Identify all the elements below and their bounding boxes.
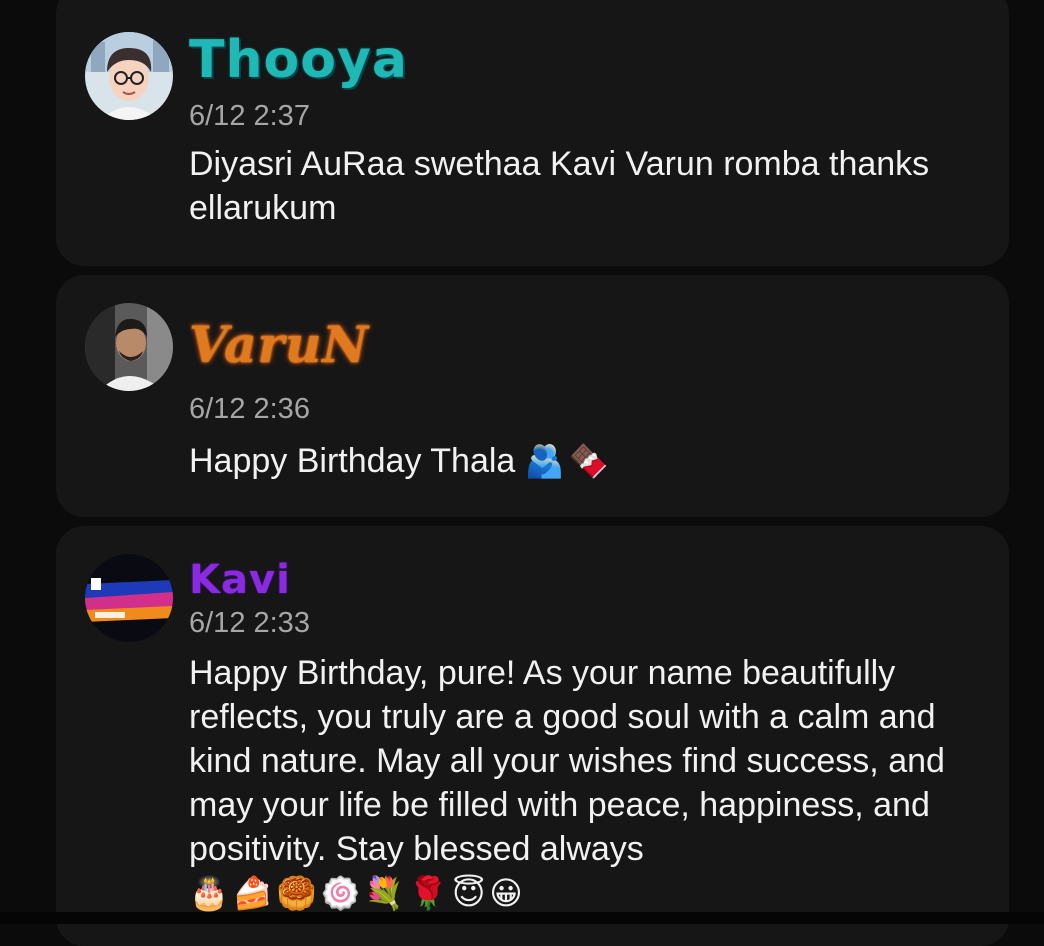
message-text: Diyasri AuRaa swethaa Kavi Varun romba t… <box>189 145 930 227</box>
birthday-cake-emoji-icon: 🎂 <box>189 874 229 912</box>
grinning-face-emoji-icon: 😀 <box>489 874 523 912</box>
comment-feed: Thooya 6/12 2:37 Diyasri AuRaa swethaa K… <box>0 0 1044 946</box>
author-name[interactable]: VaruN <box>189 315 369 375</box>
comment-card[interactable]: Thooya 6/12 2:37 Diyasri AuRaa swethaa K… <box>56 0 1009 266</box>
message-text: Happy Birthday, pure! As your name beaut… <box>189 651 979 915</box>
fish-cake-emoji-icon: 🍥 <box>320 874 361 912</box>
comment-card[interactable]: VaruN 6/12 2:36 Happy Birthday Thala 🫂 🍫 <box>56 275 1009 517</box>
timestamp: 6/12 2:33 <box>189 607 310 639</box>
user-avatar[interactable] <box>85 32 173 120</box>
halo-smile-emoji-icon: 😇 <box>452 874 486 912</box>
people-hugging-emoji-icon: 🫂 <box>524 442 565 480</box>
rose-emoji-icon: 🌹 <box>408 874 449 912</box>
timestamp: 6/12 2:37 <box>189 100 310 132</box>
bouquet-emoji-icon: 💐 <box>364 874 405 912</box>
man-portrait-avatar-icon <box>85 303 173 391</box>
user-avatar[interactable] <box>85 554 173 642</box>
celebration-banner-avatar-icon <box>85 554 173 642</box>
user-avatar[interactable] <box>85 303 173 391</box>
author-name[interactable]: Thooya <box>189 30 408 90</box>
message-text: Happy Birthday Thala 🫂 🍫 <box>189 439 979 483</box>
shortcake-emoji-icon: 🍰 <box>232 874 273 912</box>
comment-card[interactable]: Kavi 6/12 2:33 Happy Birthday, pure! As … <box>56 526 1009 946</box>
message-body: Happy Birthday Thala <box>189 442 516 480</box>
emoji-row: 🎂 🍰 🥮 🍥 💐 🌹 😇 😀 <box>189 871 979 915</box>
author-name[interactable]: Kavi <box>189 557 291 603</box>
timestamp: 6/12 2:36 <box>189 393 310 425</box>
moon-cake-emoji-icon: 🥮 <box>276 874 317 912</box>
chocolate-bar-emoji-icon: 🍫 <box>568 442 609 480</box>
message-body: Happy Birthday, pure! As your name beaut… <box>189 654 945 868</box>
bottom-divider <box>0 912 1044 924</box>
cartoon-boy-glasses-avatar-icon <box>85 32 173 120</box>
